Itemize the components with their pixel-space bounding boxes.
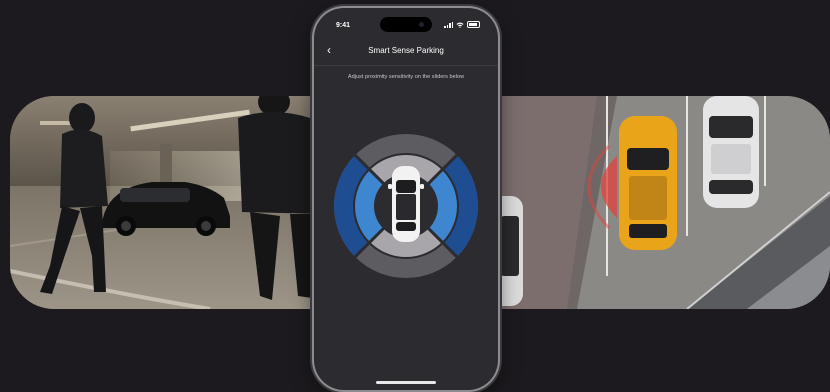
proximity-sensor-dial[interactable] xyxy=(332,132,480,280)
status-time: 9:41 xyxy=(336,22,351,29)
battery-icon xyxy=(467,21,480,28)
screen-subtitle: Adjust proximity sensitivity on the slid… xyxy=(347,74,465,80)
home-indicator[interactable] xyxy=(376,381,436,384)
screen-header: ‹ Smart Sense Parking xyxy=(314,43,498,58)
aerial-parking-photo xyxy=(497,96,830,309)
dynamic-island xyxy=(380,17,432,32)
garage-photo xyxy=(10,96,322,309)
signal-icon xyxy=(444,21,453,28)
status-bar: 9:41 xyxy=(314,8,498,34)
screen-title: Smart Sense Parking xyxy=(368,46,444,55)
status-icons xyxy=(444,21,480,28)
car-top-view-icon xyxy=(388,166,424,242)
wifi-icon xyxy=(456,22,464,28)
header-divider xyxy=(314,65,498,66)
phone-mockup: 9:41 ‹ Smart Sense Parking Adjust proxim… xyxy=(314,8,498,390)
